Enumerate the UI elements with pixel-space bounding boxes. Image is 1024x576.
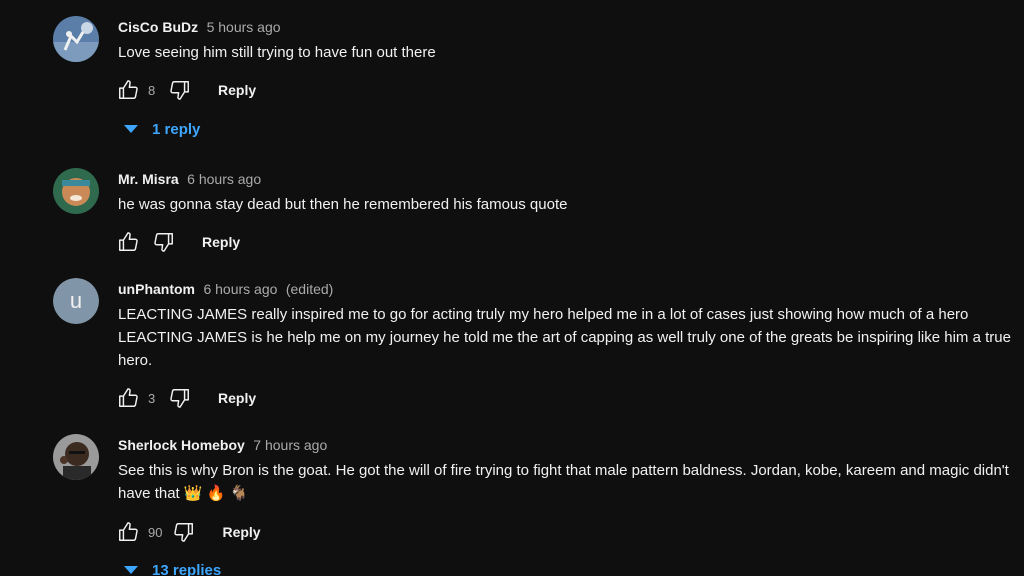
like-button[interactable] [114, 384, 142, 412]
comment-actions: 90 Reply [114, 518, 261, 546]
thumbs-down-icon [170, 389, 189, 408]
dislike-button[interactable] [166, 76, 194, 104]
avatar-image [53, 434, 99, 480]
avatar[interactable] [53, 16, 99, 62]
thumbs-up-icon [119, 388, 138, 407]
comment-body: CisCo BuDz 5 hours ago Love seeing him s… [118, 17, 1016, 64]
avatar-letter: u [53, 278, 99, 324]
replies-count-label: 1 reply [152, 120, 201, 138]
like-button[interactable] [114, 228, 142, 256]
comment-body: Sherlock Homeboy 7 hours ago See this is… [118, 435, 1016, 505]
comment-text: LEACTING JAMES really inspired me to go … [118, 306, 1011, 369]
comment-timestamp[interactable]: 6 hours ago [187, 171, 261, 187]
dislike-button[interactable] [170, 518, 198, 546]
avatar-image [53, 168, 99, 214]
comment-body: unPhantom 6 hours ago (edited) LEACTING … [118, 279, 1016, 372]
like-count: 90 [148, 524, 163, 540]
comment-author[interactable]: CisCo BuDz [118, 19, 198, 35]
comment-actions: 3 Reply [114, 384, 256, 412]
avatar[interactable] [53, 434, 99, 480]
thumbs-up-icon [119, 232, 138, 251]
replies-count-label: 13 replies [152, 561, 222, 576]
fire-emoji: 🔥 [206, 485, 226, 502]
reply-button[interactable]: Reply [218, 390, 256, 406]
like-count: 8 [148, 82, 156, 98]
caret-down-icon [124, 125, 138, 133]
comment-author[interactable]: Sherlock Homeboy [118, 437, 245, 453]
comment-timestamp[interactable]: 7 hours ago [253, 437, 327, 453]
like-button[interactable] [114, 76, 142, 104]
dislike-button[interactable] [166, 384, 194, 412]
reply-button[interactable]: Reply [218, 82, 256, 98]
comment-text: he was gonna stay dead but then he remem… [118, 196, 568, 213]
reply-button[interactable]: Reply [202, 234, 240, 250]
goat-emoji: 🐐 [229, 485, 249, 502]
comment-timestamp[interactable]: 6 hours ago [203, 281, 277, 297]
dislike-button[interactable] [150, 228, 178, 256]
avatar-image [53, 16, 99, 62]
comment-text-content: See this is why Bron is the goat. He got… [118, 462, 1009, 502]
comment-actions: 8 Reply [114, 76, 256, 104]
thumbs-down-icon [170, 81, 189, 100]
comment-timestamp[interactable]: 5 hours ago [207, 19, 281, 35]
reply-button[interactable]: Reply [222, 524, 260, 540]
thumbs-down-icon [154, 233, 173, 252]
thumbs-down-icon [174, 523, 194, 542]
thumbs-up-icon [119, 80, 138, 99]
like-button[interactable] [114, 518, 142, 546]
comment-actions: Reply [114, 228, 240, 256]
view-replies-button[interactable]: 13 replies [124, 558, 221, 576]
view-replies-button[interactable]: 1 reply [124, 117, 200, 141]
comment-text: See this is why Bron is the goat. He got… [118, 459, 1016, 505]
comments-section: CisCo BuDz 5 hours ago Love seeing him s… [0, 0, 1024, 576]
avatar[interactable]: u [53, 278, 99, 324]
caret-down-icon [124, 566, 138, 574]
comment-author[interactable]: Mr. Misra [118, 171, 179, 187]
comment-text: Love seeing him still trying to have fun… [118, 44, 436, 61]
thumbs-up-icon [119, 522, 138, 541]
comment-body: Mr. Misra 6 hours ago he was gonna stay … [118, 169, 1016, 216]
comment-author[interactable]: unPhantom [118, 281, 195, 297]
like-count: 3 [148, 390, 156, 406]
crown-emoji: 👑 [183, 485, 203, 502]
edited-label: (edited) [285, 281, 334, 297]
avatar[interactable] [53, 168, 99, 214]
